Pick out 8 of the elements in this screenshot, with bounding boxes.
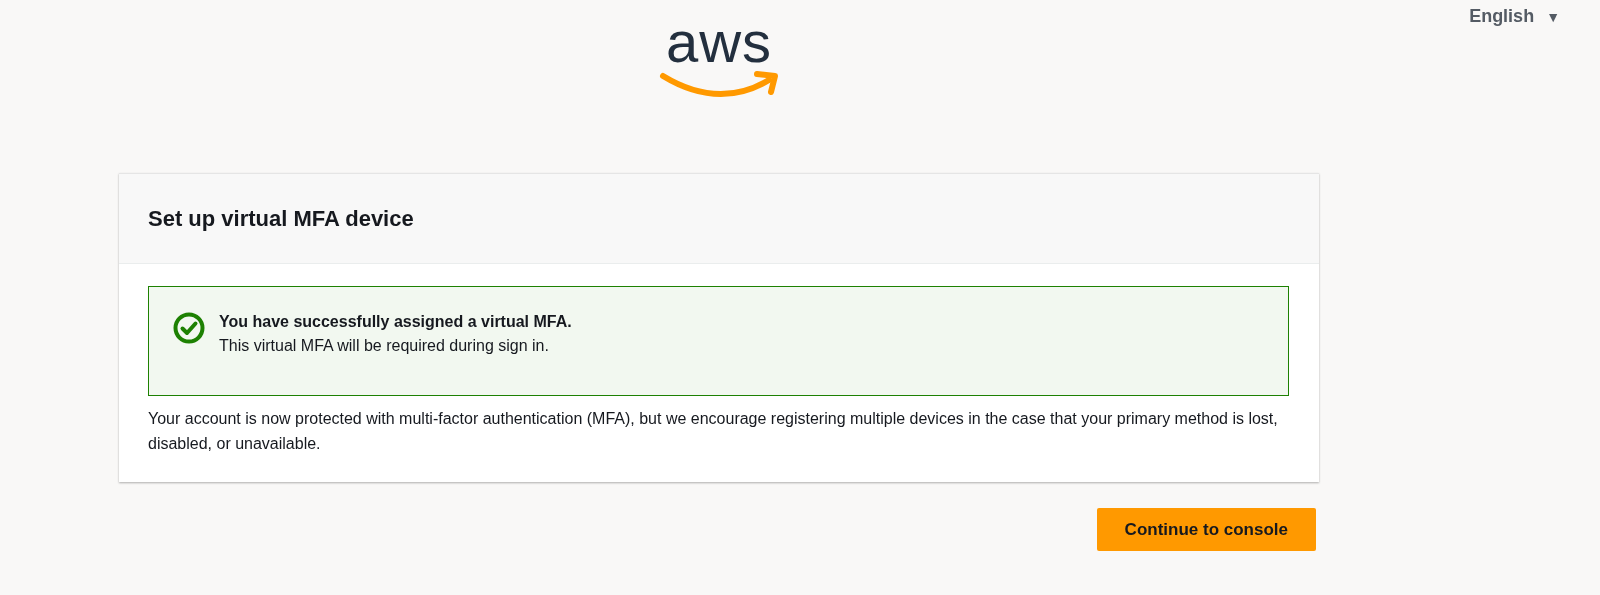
description-text: Your account is now protected with multi-factor authentication (MFA), but we encourage registering multiple devices in the case that your primary method is lost, disabled, or unavailable. bbox=[148, 409, 1279, 454]
alert-message: This virtual MFA will be required during sign in. bbox=[219, 336, 550, 356]
continue-button[interactable]: Continue to console bbox=[1096, 508, 1316, 551]
alert-title: You have successfully assigned a virtual MFA. bbox=[219, 312, 572, 332]
language-selector[interactable]: English ▼ bbox=[1469, 6, 1560, 28]
card-title: Set up virtual MFA device bbox=[148, 205, 414, 232]
check-circle-icon bbox=[173, 312, 205, 344]
logo-text: aws bbox=[665, 16, 773, 68]
